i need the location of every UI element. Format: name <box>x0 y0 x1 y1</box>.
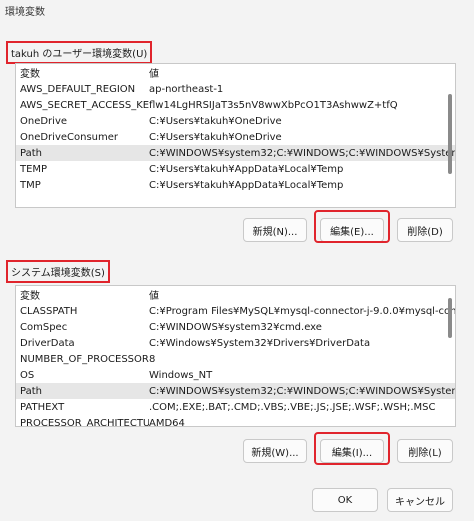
row-value: C:¥Users¥takuh¥AppData¥Local¥Temp <box>149 179 344 191</box>
row-value: C:¥Program Files¥MySQL¥mysql-connector-j… <box>149 305 455 317</box>
table-row[interactable]: OneDrive C:¥Users¥takuh¥OneDrive <box>16 113 455 129</box>
row-name: AWS_SECRET_ACCESS_KEY <box>20 99 149 111</box>
row-value: C:¥Users¥takuh¥OneDrive <box>149 115 282 127</box>
row-name: CLASSPATH <box>20 305 78 317</box>
list-header[interactable]: 変数 値 <box>16 64 455 81</box>
row-name: Path <box>20 385 42 397</box>
row-name: DriverData <box>20 337 75 349</box>
table-row[interactable]: NUMBER_OF_PROCESSORS 8 <box>16 351 455 367</box>
ok-button[interactable]: OK <box>312 488 378 512</box>
row-value: C:¥Windows¥System32¥Drivers¥DriverData <box>149 337 371 349</box>
user-delete-button[interactable]: 削除(D) <box>397 218 453 242</box>
header-value[interactable]: 値 <box>149 287 455 302</box>
system-new-button[interactable]: 新規(W)... <box>243 439 307 463</box>
row-value: .COM;.EXE;.BAT;.CMD;.VBS;.VBE;.JS;.JSE;.… <box>149 401 436 413</box>
table-row[interactable]: PATHEXT .COM;.EXE;.BAT;.CMD;.VBS;.VBE;.J… <box>16 399 455 415</box>
user-vars-scrollbar[interactable] <box>448 94 452 174</box>
row-name: AWS_DEFAULT_REGION <box>20 83 136 95</box>
header-variable[interactable]: 変数 <box>16 287 149 302</box>
row-value: C:¥Users¥takuh¥AppData¥Local¥Temp <box>149 163 344 175</box>
row-name: TEMP <box>20 163 48 175</box>
row-value: C:¥Users¥takuh¥OneDrive <box>149 131 282 143</box>
system-vars-label: システム環境変数(S) <box>6 260 110 283</box>
row-value: C:¥WINDOWS¥system32;C:¥WINDOWS;C:¥WINDOW… <box>149 147 455 159</box>
user-new-button[interactable]: 新規(N)... <box>243 218 307 242</box>
list-header[interactable]: 変数 値 <box>16 286 455 303</box>
table-row[interactable]: TEMP C:¥Users¥takuh¥AppData¥Local¥Temp <box>16 161 455 177</box>
table-row[interactable]: AWS_SECRET_ACCESS_KEY flw14LgHRSIJaT3s5n… <box>16 97 455 113</box>
user-vars-label: takuh のユーザー環境変数(U) <box>6 41 153 64</box>
row-value: Windows_NT <box>149 369 213 381</box>
system-edit-highlight <box>314 432 390 465</box>
table-row[interactable]: CLASSPATH C:¥Program Files¥MySQL¥mysql-c… <box>16 303 455 319</box>
row-name: PROCESSOR_ARCHITECTURE <box>20 417 149 427</box>
table-row-selected[interactable]: Path C:¥WINDOWS¥system32;C:¥WINDOWS;C:¥W… <box>16 145 455 161</box>
table-row[interactable]: ComSpec C:¥WINDOWS¥system32¥cmd.exe <box>16 319 455 335</box>
header-variable[interactable]: 変数 <box>16 65 149 80</box>
row-name: OS <box>20 369 35 381</box>
cancel-button[interactable]: キャンセル <box>387 488 453 512</box>
header-value[interactable]: 値 <box>149 65 455 80</box>
row-name: ComSpec <box>20 321 68 333</box>
row-value: flw14LgHRSIJaT3s5nV8wwXbPcO1T3AshwwZ+tfQ <box>149 99 398 111</box>
row-value: 8 <box>149 353 156 365</box>
row-name: TMP <box>20 179 41 191</box>
user-edit-highlight <box>314 210 390 243</box>
table-row[interactable]: PROCESSOR_ARCHITECTURE AMD64 <box>16 415 455 427</box>
row-value: AMD64 <box>149 417 185 427</box>
table-row[interactable]: OS Windows_NT <box>16 367 455 383</box>
user-vars-list[interactable]: 変数 値 AWS_DEFAULT_REGION ap-northeast-1 A… <box>15 63 456 208</box>
table-row[interactable]: AWS_DEFAULT_REGION ap-northeast-1 <box>16 81 455 97</box>
row-name: OneDrive <box>20 115 68 127</box>
table-row[interactable]: DriverData C:¥Windows¥System32¥Drivers¥D… <box>16 335 455 351</box>
table-row[interactable]: OneDriveConsumer C:¥Users¥takuh¥OneDrive <box>16 129 455 145</box>
row-name: PATHEXT <box>20 401 65 413</box>
system-delete-button[interactable]: 削除(L) <box>397 439 453 463</box>
system-vars-scrollbar[interactable] <box>448 298 452 338</box>
system-vars-list[interactable]: 変数 値 CLASSPATH C:¥Program Files¥MySQL¥my… <box>15 285 456 427</box>
row-value: C:¥WINDOWS¥system32;C:¥WINDOWS;C:¥WINDOW… <box>149 385 455 397</box>
row-value: C:¥WINDOWS¥system32¥cmd.exe <box>149 321 322 333</box>
window-title: 環境変数 <box>0 0 474 18</box>
row-name: Path <box>20 147 42 159</box>
row-value: ap-northeast-1 <box>149 83 224 95</box>
row-name: NUMBER_OF_PROCESSORS <box>20 353 149 365</box>
row-name: OneDriveConsumer <box>20 131 119 143</box>
table-row[interactable]: TMP C:¥Users¥takuh¥AppData¥Local¥Temp <box>16 177 455 193</box>
table-row-selected[interactable]: Path C:¥WINDOWS¥system32;C:¥WINDOWS;C:¥W… <box>16 383 455 399</box>
